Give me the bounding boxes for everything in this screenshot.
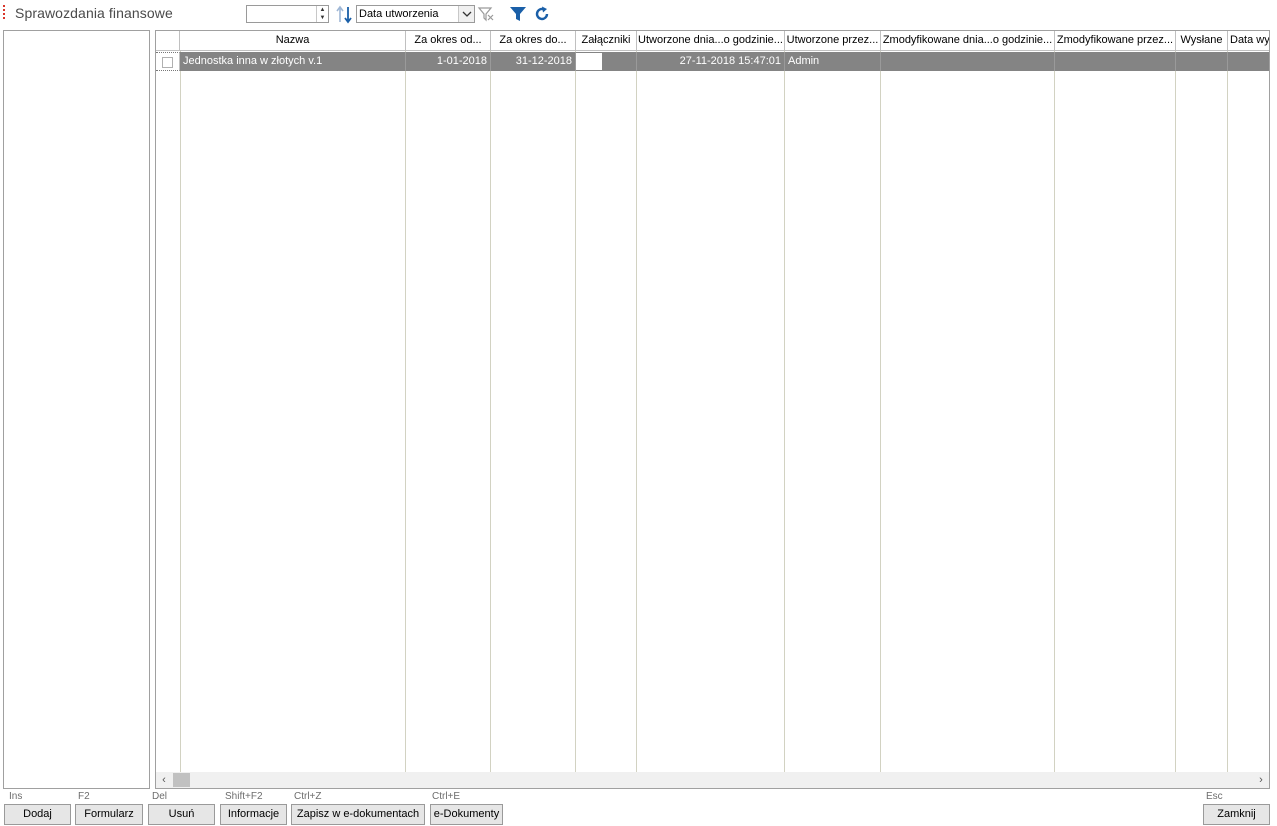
- grid-line: [880, 51, 881, 772]
- attachment-cell-box: [576, 53, 602, 70]
- sort-field-value: Data utworzenia: [359, 8, 439, 20]
- shortcut-label: F2: [78, 791, 90, 802]
- shortcut-label: Del: [152, 791, 168, 802]
- grid-line: [1054, 51, 1055, 772]
- cell-za-okres-od[interactable]: 1-01-2018: [406, 52, 491, 71]
- grid-line: [405, 51, 406, 772]
- scroll-right-icon[interactable]: ›: [1253, 772, 1269, 788]
- page-title: Sprawozdania finansowe: [15, 5, 173, 21]
- edocuments-button[interactable]: e-Dokumenty: [430, 804, 503, 825]
- spinner-down-icon[interactable]: ▼: [317, 14, 328, 22]
- cell-zalaczniki[interactable]: [576, 52, 637, 71]
- filter-icon[interactable]: [509, 5, 527, 23]
- row-select-cell[interactable]: [156, 52, 180, 71]
- delete-button[interactable]: Usuń: [148, 804, 215, 825]
- sort-field-select[interactable]: Data utworzenia: [356, 5, 475, 23]
- column-header-zmodyfikowane-przez[interactable]: Zmodyfikowane przez...: [1055, 31, 1176, 51]
- cell-utworzone-przez[interactable]: Admin: [785, 52, 881, 71]
- cell-zmodyfikowane-przez[interactable]: [1055, 52, 1176, 71]
- close-button[interactable]: Zamknij: [1203, 804, 1270, 825]
- spinner-up-icon[interactable]: ▲: [317, 6, 328, 14]
- cell-wyslane[interactable]: [1176, 52, 1228, 71]
- group-tree-panel[interactable]: [3, 30, 150, 789]
- column-header-zmodyfikowane-dnia[interactable]: Zmodyfikowane dnia...o godzinie...: [881, 31, 1055, 51]
- shortcut-label: Ctrl+Z: [294, 791, 322, 802]
- reports-grid[interactable]: Nazwa Za okres od... Za okres do... Załą…: [155, 30, 1270, 789]
- grid-line: [1175, 51, 1176, 772]
- cell-utworzone-dnia[interactable]: 27-11-2018 15:47:01: [637, 52, 785, 71]
- shortcut-label: Ins: [9, 791, 23, 802]
- horizontal-scrollbar[interactable]: ‹ ›: [156, 772, 1269, 788]
- sort-direction-icon[interactable]: [335, 5, 355, 24]
- save-to-edocuments-button[interactable]: Zapisz w e-dokumentach: [291, 804, 425, 825]
- table-row[interactable]: Jednostka inna w złotych v.1 1-01-2018 3…: [156, 52, 1269, 71]
- grid-line: [784, 51, 785, 772]
- grid-line: [180, 51, 181, 772]
- column-header-utworzone-przez[interactable]: Utworzone przez...: [785, 31, 881, 51]
- refresh-icon[interactable]: [533, 5, 551, 23]
- scroll-thumb[interactable]: [173, 773, 190, 787]
- column-header-za-okres-od[interactable]: Za okres od...: [406, 31, 491, 51]
- grid-line: [490, 51, 491, 772]
- drag-handle-icon[interactable]: [3, 5, 6, 22]
- grid-line: [636, 51, 637, 772]
- scroll-left-icon[interactable]: ‹: [156, 772, 172, 788]
- column-header-za-okres-do[interactable]: Za okres do...: [491, 31, 576, 51]
- column-header-select[interactable]: [156, 31, 180, 51]
- cell-zmodyfikowane-dnia[interactable]: [881, 52, 1055, 71]
- column-header-zalaczniki[interactable]: Załączniki: [576, 31, 637, 51]
- cell-data-wyslania[interactable]: [1228, 52, 1269, 71]
- column-header-nazwa[interactable]: Nazwa: [180, 31, 406, 51]
- column-header-data-wyslania[interactable]: Data wy: [1228, 31, 1269, 51]
- shortcut-label: Shift+F2: [225, 791, 263, 802]
- add-button[interactable]: Dodaj: [4, 804, 71, 825]
- info-button[interactable]: Informacje: [220, 804, 287, 825]
- clear-filter-icon[interactable]: [477, 5, 495, 23]
- column-header-wyslane[interactable]: Wysłane: [1176, 31, 1228, 51]
- spinner-arrows[interactable]: ▲ ▼: [316, 6, 328, 22]
- form-button[interactable]: Formularz: [75, 804, 143, 825]
- cell-nazwa[interactable]: Jednostka inna w złotych v.1: [180, 52, 406, 71]
- shortcut-label: Ctrl+E: [432, 791, 461, 802]
- toolbar: Sprawozdania finansowe ▲ ▼ Data utworzen…: [0, 0, 1277, 28]
- chevron-down-icon[interactable]: [458, 6, 474, 22]
- shortcut-label: Esc: [1206, 791, 1223, 802]
- cell-za-okres-do[interactable]: 31-12-2018: [491, 52, 576, 71]
- grid-line: [1227, 51, 1228, 772]
- grid-line: [575, 51, 576, 772]
- row-checkbox[interactable]: [162, 57, 173, 68]
- year-spinner[interactable]: ▲ ▼: [246, 5, 329, 23]
- column-header-utworzone-dnia[interactable]: Utworzone dnia...o godzinie...: [637, 31, 785, 51]
